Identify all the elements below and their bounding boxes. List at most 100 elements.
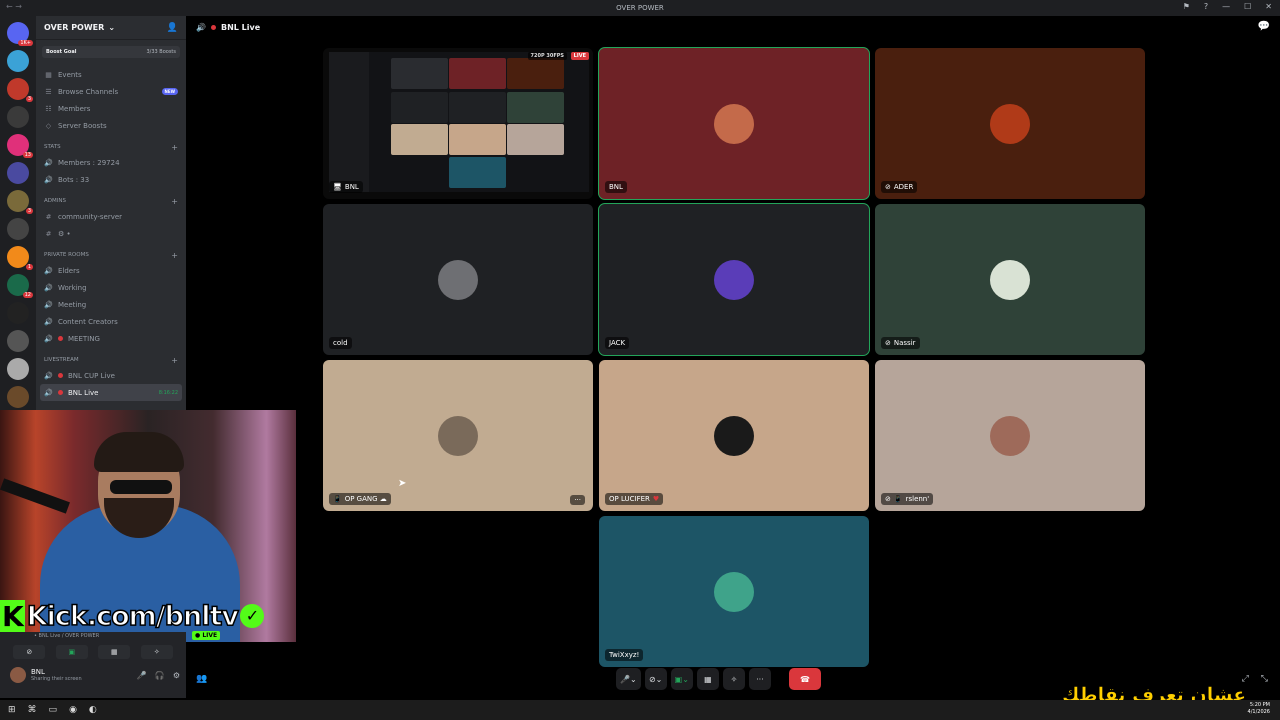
start-icon[interactable]: ⊞	[8, 705, 16, 715]
participant-tile[interactable]: 📱 OP GANG ☁ ···	[323, 360, 593, 511]
direct-messages-icon[interactable]: 1K+	[7, 22, 33, 46]
server-list: 1K+ 3 13 3 1 12 12 1	[0, 16, 36, 412]
server-icon[interactable]: 1	[7, 246, 33, 270]
channel-item[interactable]: 🔊 Bots : 33	[36, 171, 186, 188]
server-header[interactable]: OVER POWER ⌄ 👤	[36, 16, 186, 40]
add-channel-icon[interactable]: +	[171, 197, 178, 206]
channel-item-active[interactable]: 🔊 BNL Live 8:16:22	[40, 384, 182, 401]
server-icon[interactable]: 3	[7, 78, 33, 102]
inbox-icon[interactable]: ⚑	[1183, 2, 1190, 11]
browse-icon: ☰	[45, 87, 52, 96]
channel-item[interactable]: 🔊 Members : 29724	[36, 154, 186, 171]
channel-item[interactable]: 🔊 MEETING	[36, 330, 186, 347]
channel-item[interactable]: # ⚙ •	[36, 225, 186, 242]
quality-badge: 720P 30FPS	[527, 52, 567, 60]
screen-share-button[interactable]: ▣	[55, 645, 88, 659]
activities-button[interactable]: ▦	[696, 668, 719, 690]
server-icon[interactable]	[7, 358, 29, 380]
speaker-icon: 🔊	[44, 300, 53, 309]
channel-item[interactable]: 🔊 Meeting	[36, 296, 186, 313]
stream-preview-tile	[507, 92, 564, 123]
category-admins[interactable]: ADMINS +	[36, 194, 186, 208]
live-dot	[58, 336, 63, 341]
task-view-icon[interactable]: ⌘	[28, 705, 37, 715]
server-icon[interactable]: 12	[7, 274, 33, 298]
avatar	[990, 415, 1030, 456]
voice-panel: • BNL Live / OVER POWER ⊘ ▣ ▦ ✧ BNL Shar…	[0, 632, 186, 698]
chat-icon[interactable]: 💬	[1258, 21, 1270, 32]
participant-name: ⊘ ADER	[881, 181, 918, 193]
avatar[interactable]	[10, 667, 26, 683]
sidebar-item-boosts[interactable]: ◇ Server Boosts	[36, 117, 186, 134]
add-channel-icon[interactable]: +	[171, 143, 178, 152]
channel-item[interactable]: 🔊 Content Creators	[36, 313, 186, 330]
participant-tile[interactable]: ⊘ 📱 rslenn'	[875, 360, 1145, 511]
settings-icon[interactable]: ⚙	[173, 671, 180, 680]
more-options-button[interactable]: ···	[570, 495, 585, 505]
server-icon[interactable]	[7, 106, 29, 128]
stream-preview-sidebar	[329, 52, 369, 192]
add-channel-icon[interactable]: +	[171, 251, 178, 260]
maximize-icon[interactable]: ☐	[1244, 2, 1251, 11]
participant-tile[interactable]: ⊘ ADER	[875, 48, 1145, 199]
more-button[interactable]: ···	[748, 668, 771, 690]
voice-actions: ⊘ ▣ ▦ ✧	[0, 639, 186, 659]
add-member-icon[interactable]: 👤	[167, 23, 178, 33]
help-icon[interactable]: ?	[1204, 2, 1208, 11]
sidebar-item-events[interactable]: ▦ Events	[36, 66, 186, 83]
category-stats[interactable]: STATS +	[36, 140, 186, 154]
channel-item[interactable]: 🔊 BNL CUP Live	[36, 367, 186, 384]
invite-icon[interactable]: 👥	[196, 674, 207, 684]
disconnect-button[interactable]: ☎	[788, 668, 821, 690]
server-icon[interactable]: 13	[7, 134, 33, 158]
participant-tile[interactable]: OP LUCIFER ♥	[599, 360, 869, 511]
server-icon[interactable]	[7, 386, 29, 408]
server-icon[interactable]	[7, 330, 29, 352]
kick-url: Kick.com/bnltv	[26, 600, 240, 633]
participant-name: JACK	[605, 337, 630, 349]
stream-preview-tile	[507, 58, 564, 89]
server-name: OVER POWER	[44, 23, 105, 32]
discord-icon[interactable]: ◐	[89, 705, 97, 715]
camera-button[interactable]: ⊘	[13, 645, 46, 659]
camera-button[interactable]: ⊘ ⌄	[644, 668, 667, 690]
participant-tile[interactable]: cold	[323, 204, 593, 355]
participant-tile[interactable]: ⊘ Nassir	[875, 204, 1145, 355]
screen-share-button[interactable]: ▣ ⌄	[670, 668, 693, 690]
category-livestream[interactable]: LIVESTREAM +	[36, 353, 186, 367]
soundboard-button[interactable]: ✧	[722, 668, 745, 690]
channel-item[interactable]: 🔊 Elders	[36, 262, 186, 279]
server-icon[interactable]	[7, 50, 29, 72]
clock[interactable]: 5:20 PM 4/1/2026	[1248, 702, 1270, 716]
chevron-down-icon: ⌄	[108, 23, 116, 32]
participant-tile[interactable]: TwiXxyz!	[599, 516, 869, 667]
boost-goal[interactable]: Boost Goal 3/33 Boosts	[42, 46, 180, 58]
sidebar-item-browse[interactable]: ☰ Browse Channels NEW	[36, 83, 186, 100]
fullscreen-icon[interactable]: ⤡	[1261, 674, 1268, 684]
participant-tile[interactable]: BNL	[599, 48, 869, 199]
server-icon[interactable]	[7, 218, 29, 240]
server-icon[interactable]: 3	[7, 190, 33, 214]
close-icon[interactable]: ✕	[1265, 2, 1272, 11]
soundboard-button[interactable]: ✧	[140, 645, 173, 659]
channel-item[interactable]: 🔊 Working	[36, 279, 186, 296]
nav-arrows[interactable]: ← →	[6, 2, 22, 11]
popout-icon[interactable]: ⤢	[1242, 674, 1249, 684]
stream-tile[interactable]: 720P 30FPS LIVE 🖥 BNL	[323, 48, 593, 199]
channel-item[interactable]: # community-server	[36, 208, 186, 225]
members-icon: ☷	[45, 104, 52, 113]
headphones-icon[interactable]: 🎧	[155, 671, 165, 680]
mute-icon: ⊘	[885, 495, 891, 503]
chrome-icon[interactable]: ◉	[69, 705, 77, 715]
add-channel-icon[interactable]: +	[171, 356, 178, 365]
activities-button[interactable]: ▦	[98, 645, 131, 659]
server-icon[interactable]	[7, 162, 29, 184]
file-explorer-icon[interactable]: ▭	[49, 705, 58, 715]
participant-tile[interactable]: JACK	[599, 204, 869, 355]
minimize-icon[interactable]: —	[1222, 2, 1230, 11]
sidebar-item-members[interactable]: ☷ Members	[36, 100, 186, 117]
mic-icon[interactable]: 🎤	[137, 671, 147, 680]
server-icon[interactable]	[7, 302, 29, 324]
microphone-button[interactable]: 🎤 ⌄	[616, 668, 641, 690]
category-private-rooms[interactable]: PRIVATE ROOMS +	[36, 248, 186, 262]
